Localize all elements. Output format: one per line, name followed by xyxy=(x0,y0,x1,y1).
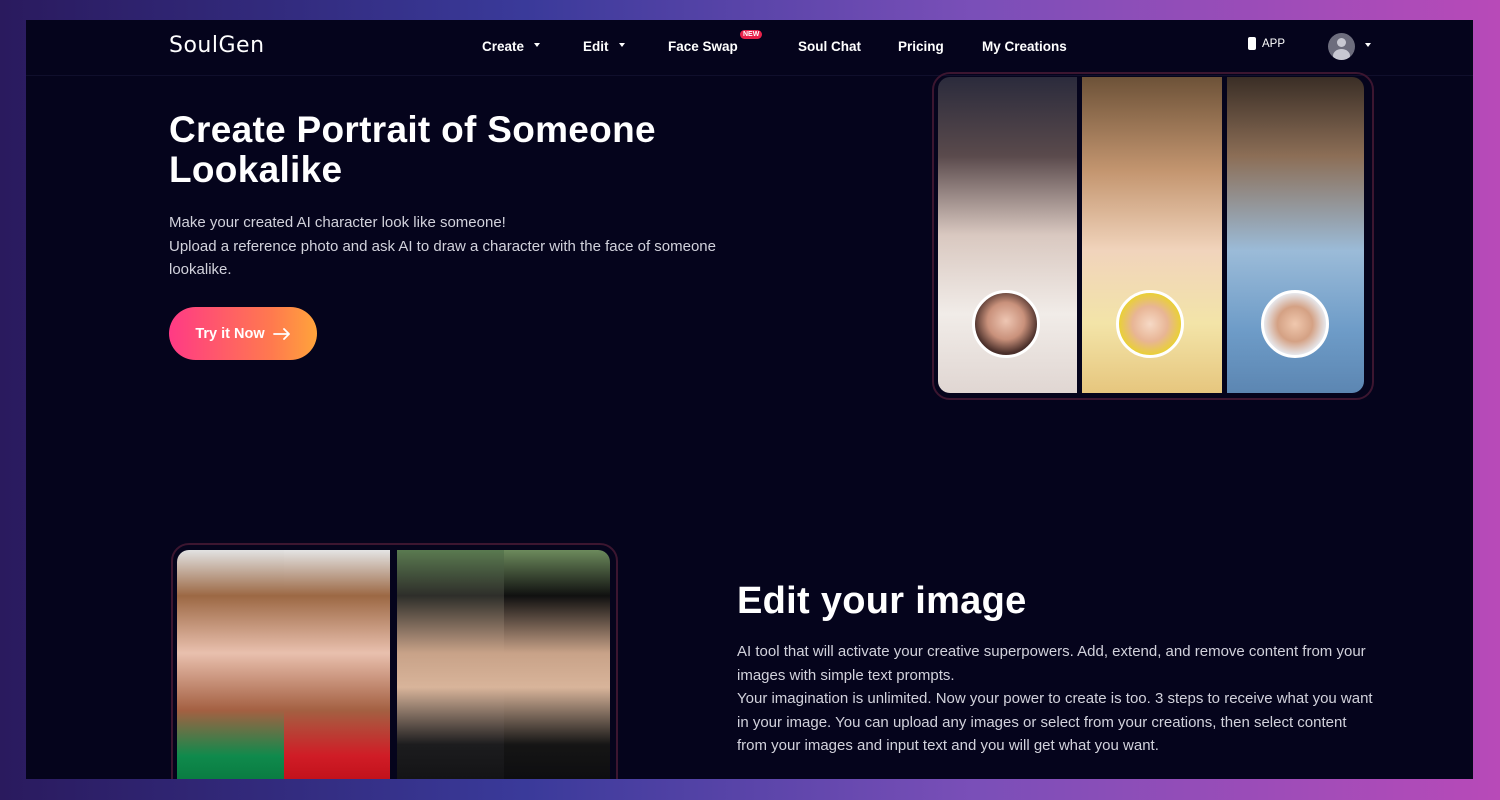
app-label: APP xyxy=(1262,37,1286,50)
nav-create[interactable]: Create xyxy=(482,39,541,54)
nav-my-creations-label: My Creations xyxy=(982,39,1067,54)
edit-after-image-1 xyxy=(284,550,390,779)
edit-paragraph-2: Your imagination is unlimited. Now your … xyxy=(737,690,1373,754)
nav-soul-chat[interactable]: Soul Chat xyxy=(798,39,861,54)
edit-section-description: AI tool that will activate your creative… xyxy=(737,640,1377,758)
hero-description-line2: Upload a reference photo and ask AI to d… xyxy=(169,237,716,279)
nav-face-swap-label: Face Swap xyxy=(668,39,738,54)
user-menu[interactable] xyxy=(1328,33,1371,60)
app-download-link[interactable]: APP xyxy=(1248,37,1285,50)
nav-pricing[interactable]: Pricing xyxy=(898,39,944,54)
edit-before-image-2 xyxy=(397,550,504,779)
hero-description-line1: Make your created AI character look like… xyxy=(169,214,506,231)
top-navigation: SoulGen Create Edit Face Swap NEW Soul C… xyxy=(26,20,1473,76)
edit-after-image-2 xyxy=(504,550,610,779)
nav-pricing-label: Pricing xyxy=(898,39,944,54)
edit-paragraph-1: AI tool that will activate your creative… xyxy=(737,643,1366,684)
edit-before-image-1 xyxy=(177,550,284,779)
phone-icon xyxy=(1248,37,1256,50)
page-frame: SoulGen Create Edit Face Swap NEW Soul C… xyxy=(26,20,1473,779)
reference-face-3 xyxy=(1261,290,1329,358)
edit-section-title: Edit your image xyxy=(737,580,1027,622)
chevron-down-icon xyxy=(1365,43,1371,47)
nav-face-swap[interactable]: Face Swap NEW xyxy=(668,30,763,54)
soulgen-logo[interactable]: SoulGen xyxy=(169,33,265,58)
arrow-right-icon xyxy=(272,327,290,340)
hero-title: Create Portrait of Someone Lookalike xyxy=(169,109,656,190)
try-it-now-button[interactable]: Try it Now xyxy=(169,307,317,360)
reference-face-1 xyxy=(972,290,1040,358)
nav-edit[interactable]: Edit xyxy=(583,39,625,54)
chevron-down-icon xyxy=(618,43,625,47)
hero-description: Make your created AI character look like… xyxy=(169,211,769,282)
nav-soul-chat-label: Soul Chat xyxy=(798,39,861,54)
try-it-now-label: Try it Now xyxy=(195,325,265,342)
nav-my-creations[interactable]: My Creations xyxy=(982,39,1067,54)
reference-face-2 xyxy=(1116,290,1184,358)
nav-edit-label: Edit xyxy=(583,39,609,54)
new-badge: NEW xyxy=(740,30,763,39)
chevron-down-icon xyxy=(534,43,541,47)
nav-create-label: Create xyxy=(482,39,525,54)
user-avatar-icon xyxy=(1328,33,1355,60)
